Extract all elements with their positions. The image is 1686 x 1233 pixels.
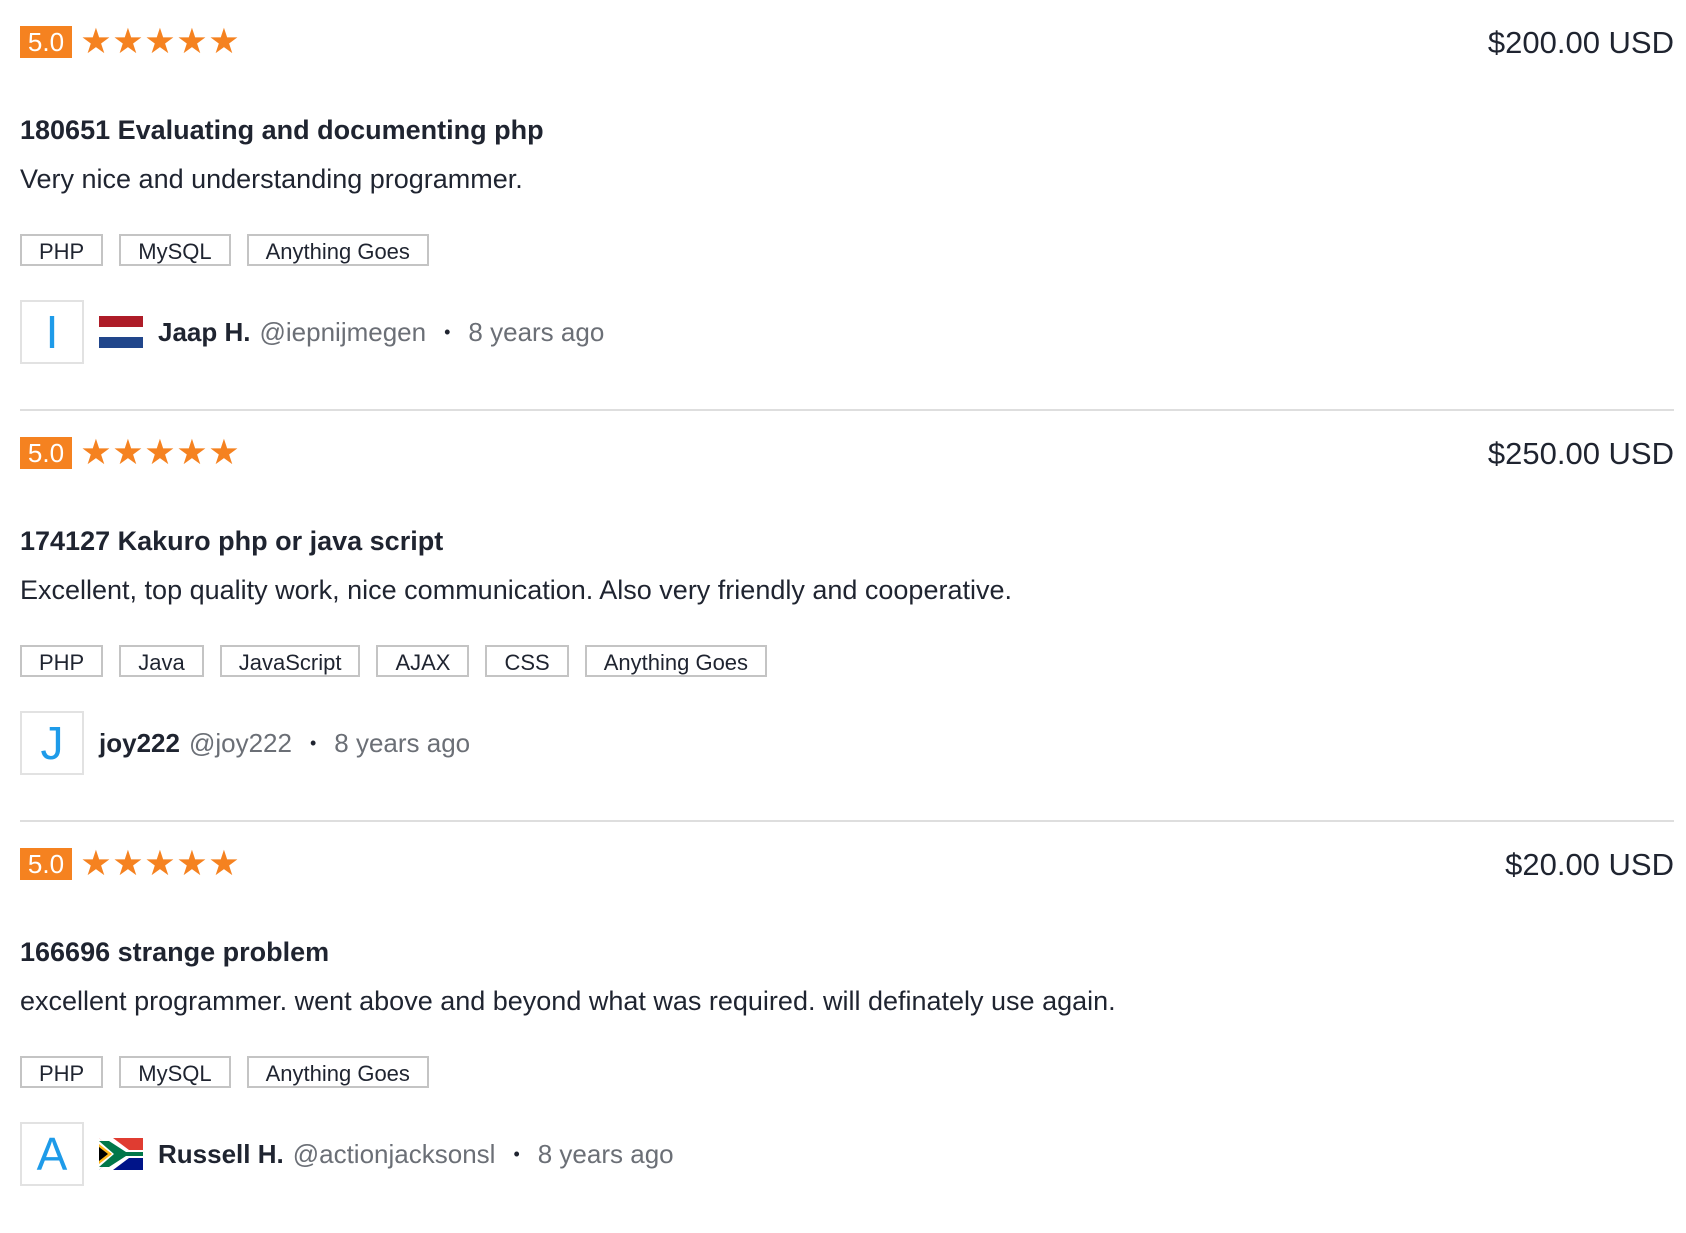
reviewer-handle[interactable]: @actionjacksonsl [293,1139,496,1170]
star-icon: ★ [80,844,111,883]
rating-badge: 5.0 [20,848,72,880]
reviewer-name[interactable]: joy222 [99,728,180,759]
reviewer-name[interactable]: Russell H. [158,1139,284,1170]
skill-tag[interactable]: PHP [20,1056,104,1088]
star-icon: ★ [144,433,175,472]
star-icon: ★ [208,22,239,61]
skill-tags: PHP Java JavaScript AJAX CSS Anything Go… [20,645,768,677]
star-icon: ★ [80,433,111,472]
project-price: $250.00 USD [1487,436,1674,471]
review-item: 5.0 ★★★★★ $250.00 USD 174127 Kakuro php … [20,411,1674,822]
project-title[interactable]: 174127 Kakuro php or java script [20,526,443,557]
rating-row: 5.0 ★★★★★ $20.00 USD [20,845,1674,883]
skill-tag[interactable]: Anything Goes [584,645,768,677]
reviewer-handle[interactable]: @iepnijmegen [260,317,427,348]
reviewer-name[interactable]: Jaap H. [158,317,251,348]
star-rating: ★★★★★ [79,434,239,472]
star-icon: ★ [176,433,207,472]
avatar[interactable]: I [20,300,84,364]
star-icon: ★ [144,844,175,883]
star-icon: ★ [112,22,143,61]
star-icon: ★ [208,433,239,472]
skill-tag[interactable]: CSS [485,645,569,677]
avatar[interactable]: A [20,1122,84,1186]
review-comment: Excellent, top quality work, nice commun… [20,575,1012,605]
star-rating: ★★★★★ [79,845,239,883]
project-price: $20.00 USD [1505,847,1674,882]
skill-tag[interactable]: PHP [20,645,104,677]
reviewer-handle[interactable]: @joy222 [189,728,292,759]
rating-badge: 5.0 [20,26,72,58]
reviewer-info: I Jaap H. @iepnijmegen • 8 years ago [20,300,604,364]
star-icon: ★ [112,844,143,883]
skill-tag[interactable]: MySQL [119,234,231,266]
skill-tag[interactable]: Anything Goes [246,1056,429,1088]
netherlands-flag-icon [99,316,143,348]
rating-badge: 5.0 [20,437,72,469]
skill-tag[interactable]: MySQL [119,1056,231,1088]
skill-tag[interactable]: Java [119,645,204,677]
star-icon: ★ [112,433,143,472]
star-icon: ★ [208,844,239,883]
separator-dot: • [513,1143,520,1164]
avatar[interactable]: J [20,711,84,775]
skill-tags: PHP MySQL Anything Goes [20,234,429,266]
review-item: 5.0 ★★★★★ $200.00 USD 180651 Evaluating … [20,0,1674,411]
review-comment: excellent programmer. went above and bey… [20,986,1116,1016]
south-africa-flag-icon [99,1138,143,1170]
skill-tag[interactable]: Anything Goes [246,234,429,266]
rating-row: 5.0 ★★★★★ $250.00 USD [20,434,1674,472]
review-item: 5.0 ★★★★★ $20.00 USD 166696 strange prob… [20,822,1674,1233]
star-icon: ★ [176,844,207,883]
skill-tags: PHP MySQL Anything Goes [20,1056,429,1088]
project-price: $200.00 USD [1487,25,1674,60]
project-title[interactable]: 180651 Evaluating and documenting php [20,115,544,146]
skill-tag[interactable]: AJAX [376,645,470,677]
star-icon: ★ [80,22,111,61]
skill-tag[interactable]: PHP [20,234,104,266]
review-time: 8 years ago [537,1138,674,1169]
star-rating: ★★★★★ [79,23,239,61]
separator-dot: • [309,732,317,753]
rating-row: 5.0 ★★★★★ $200.00 USD [20,23,1674,61]
reviews-list: 5.0 ★★★★★ $200.00 USD 180651 Evaluating … [20,0,1674,1233]
separator-dot: • [444,321,451,342]
star-icon: ★ [144,22,175,61]
review-time: 8 years ago [468,316,605,347]
skill-tag[interactable]: JavaScript [219,645,361,677]
reviewer-info: A Russell H. @actionjacksonsl • 8 years … [20,1122,674,1186]
project-title[interactable]: 166696 strange problem [20,937,329,968]
star-icon: ★ [176,22,207,61]
review-time: 8 years ago [334,727,471,758]
reviewer-info: J joy222 @joy222 • 8 years ago [20,711,470,775]
review-comment: Very nice and understanding programmer. [20,164,523,194]
